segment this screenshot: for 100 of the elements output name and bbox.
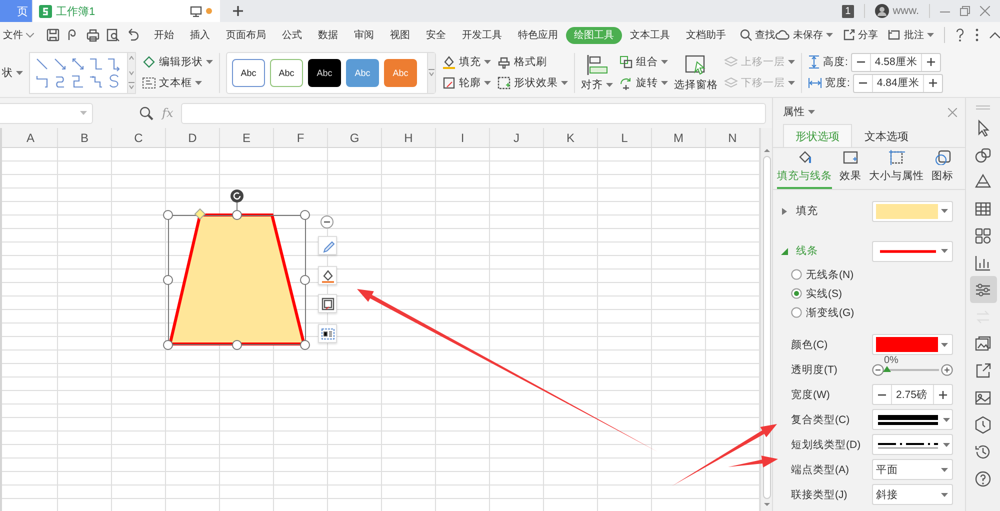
subtab[interactable]: 图标	[924, 148, 961, 189]
caret-icon	[80, 111, 87, 115]
formula-input[interactable]	[181, 102, 766, 124]
radio-option[interactable]: 渐变线(G)	[791, 303, 965, 322]
tab[interactable]: 文本选项	[852, 124, 921, 147]
scrollbar-thumb[interactable]	[762, 156, 770, 499]
resize-handle[interactable]	[300, 340, 310, 350]
menu-tab[interactable]: 开发工具	[454, 26, 510, 44]
line-style-dropdown[interactable]	[872, 240, 953, 262]
column-header[interactable]: K	[544, 128, 598, 147]
collapse-ribbon-icon	[989, 31, 1000, 39]
edit-shape-icon	[142, 55, 156, 69]
account-name[interactable]: www.	[892, 5, 919, 17]
height-icon	[808, 55, 820, 69]
rotate-handle[interactable]	[230, 190, 244, 210]
edit-shape-button[interactable]: 编辑形状	[142, 52, 213, 72]
export-icon	[974, 362, 992, 380]
caret-icon	[943, 418, 950, 422]
fill-style-button[interactable]	[318, 266, 337, 285]
tool-button[interactable]	[970, 276, 996, 303]
close-icon	[980, 6, 990, 16]
align-icon	[585, 54, 609, 76]
menu-tab[interactable]: 文本工具	[622, 26, 678, 44]
width-spinner[interactable]: 2.75磅	[872, 384, 953, 405]
menu-tab[interactable]: 特色应用	[510, 26, 566, 44]
resize-handle[interactable]	[163, 275, 173, 285]
section-header[interactable]: 填充	[796, 204, 864, 218]
outline-button[interactable]: 轮廓	[442, 74, 491, 92]
shapes-menu-button[interactable]: 状	[2, 63, 23, 82]
column-header[interactable]: B	[58, 128, 112, 147]
column-header[interactable]: G	[328, 128, 382, 147]
selection-pane-button[interactable]: 选择窗格	[674, 54, 718, 92]
menu-tab[interactable]: 开始	[146, 26, 182, 44]
text-box-button[interactable]: 文本框	[142, 74, 213, 92]
group-icon	[619, 55, 633, 69]
adjust-handle[interactable]	[194, 208, 206, 220]
column-header[interactable]: H	[382, 128, 436, 147]
resize-handle[interactable]	[232, 340, 242, 350]
menu-tab[interactable]: 审阅	[346, 26, 382, 44]
line-color-dropdown[interactable]	[872, 334, 953, 355]
subtab[interactable]: 大小与属性	[869, 148, 924, 189]
column-header[interactable]: J	[490, 128, 544, 147]
menu-tab[interactable]: 公式	[274, 26, 310, 44]
column-header[interactable]: A	[4, 128, 58, 147]
menu-tab[interactable]: 页面布局	[218, 26, 274, 44]
resize-handle[interactable]	[232, 210, 242, 220]
column-header[interactable]: C	[112, 128, 166, 147]
shape-style-swatch[interactable]: Abc	[270, 58, 303, 86]
close-icon	[948, 108, 957, 116]
subtab[interactable]: 效果	[832, 148, 869, 189]
panel-title[interactable]: 属性	[783, 105, 805, 119]
dash-line-icon	[876, 440, 940, 448]
caret-icon	[927, 33, 934, 37]
group-button[interactable]: 组合	[619, 52, 668, 72]
compound-type-dropdown[interactable]	[872, 409, 953, 430]
join-type-dropdown[interactable]: 斜接	[872, 484, 953, 505]
selection-pane-icon	[684, 54, 708, 76]
menu-tab[interactable]: 插入	[182, 26, 218, 44]
menu-tab[interactable]: 视图	[382, 26, 418, 44]
shape-style-swatch[interactable]: Abc	[232, 58, 265, 86]
save-status-button[interactable]: 未保存	[775, 28, 833, 42]
column-header[interactable]: D	[166, 128, 220, 147]
menu-tab[interactable]: 文档助手	[678, 26, 734, 44]
shape-style-swatch[interactable]: Abc	[308, 58, 341, 86]
resize-handle[interactable]	[300, 275, 310, 285]
format-painter-button[interactable]: 格式刷	[497, 52, 568, 72]
size-label: 高度:	[823, 55, 848, 69]
icon-shape-icon	[934, 149, 952, 165]
resize-handle[interactable]	[163, 210, 173, 220]
window-count-badge[interactable]: 1	[842, 4, 854, 18]
column-header[interactable]: I	[436, 128, 490, 147]
column-header[interactable]: E	[220, 128, 274, 147]
outline-style-button[interactable]	[318, 294, 337, 313]
share-button[interactable]: 分享	[843, 28, 878, 42]
radio-option[interactable]: 无线条(N)	[791, 265, 965, 284]
fill-button[interactable]: 填充	[442, 52, 491, 72]
fill-color-dropdown[interactable]	[872, 200, 953, 222]
column-header[interactable]: F	[274, 128, 328, 147]
column-header[interactable]: L	[598, 128, 652, 147]
caret-icon	[941, 492, 948, 496]
resize-handle[interactable]	[163, 340, 173, 350]
size-spinner[interactable]: 4.84厘米	[852, 74, 943, 92]
size-spinner[interactable]: 4.58厘米	[850, 52, 941, 72]
text-wrap-button[interactable]	[318, 324, 337, 343]
comment-button[interactable]: 批注	[888, 28, 934, 42]
search-button[interactable]: 查找	[740, 28, 775, 42]
align-button[interactable]: 对齐	[581, 54, 613, 92]
field-label: 端点类型(A)	[791, 462, 850, 476]
line-style-button[interactable]	[318, 236, 337, 255]
cap-type-dropdown[interactable]: 平面	[872, 459, 953, 480]
menu-tab[interactable]: 数据	[310, 26, 346, 44]
column-header[interactable]: M	[652, 128, 706, 147]
rotate-button[interactable]: 旋转	[619, 74, 668, 92]
file-menu[interactable]: 文件	[3, 28, 34, 42]
shape-effects-button[interactable]: 形状效果	[497, 74, 568, 92]
radio-option[interactable]: 实线(S)	[791, 284, 965, 303]
resize-handle[interactable]	[300, 210, 310, 220]
pen-icon	[320, 238, 334, 252]
dash-type-dropdown[interactable]	[872, 434, 953, 455]
menu-tab[interactable]: 安全	[418, 26, 454, 44]
